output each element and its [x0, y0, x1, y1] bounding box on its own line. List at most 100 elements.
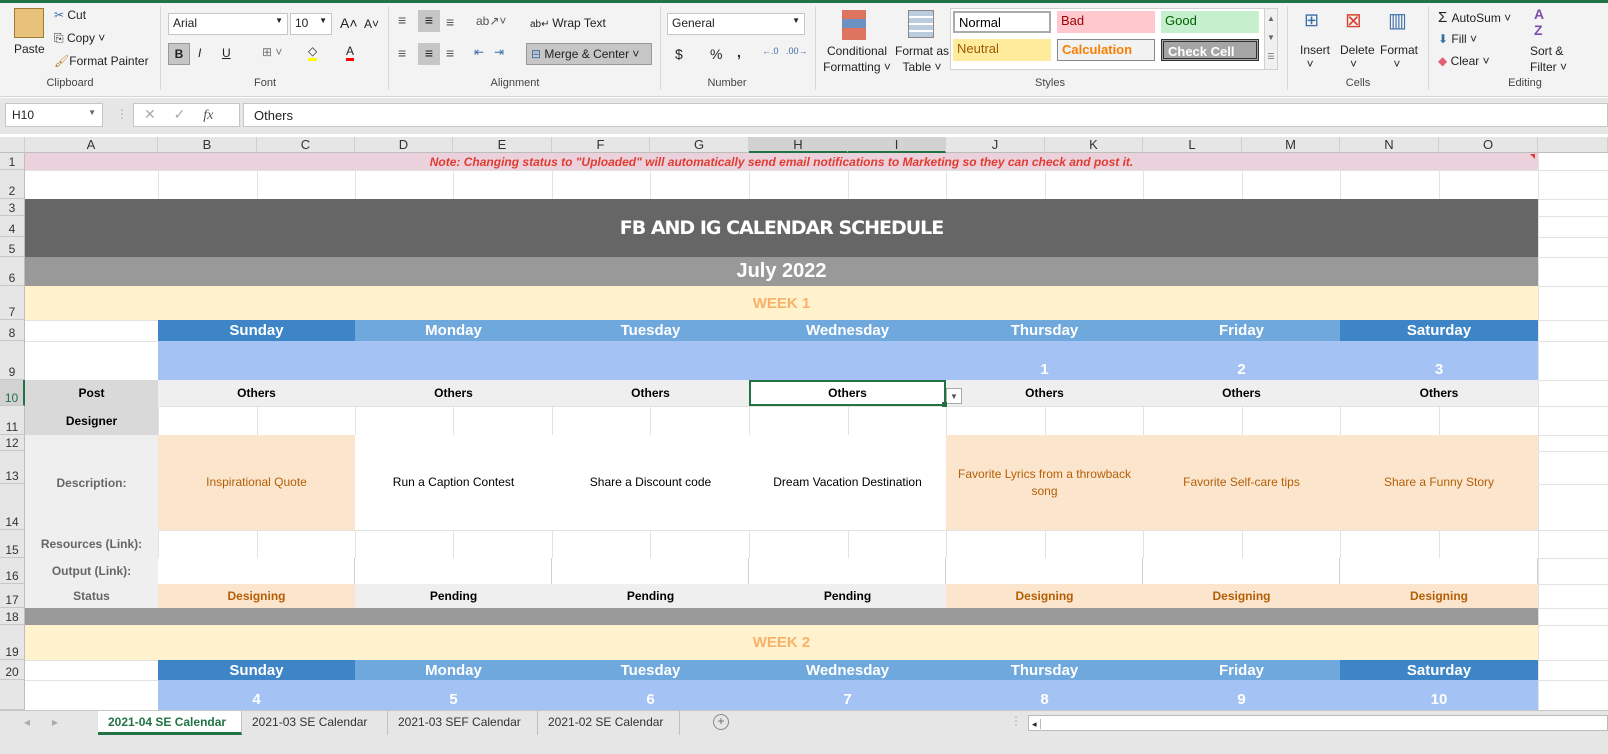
style-check-cell[interactable]: Check Cell [1161, 39, 1259, 61]
output-link-cell[interactable] [158, 558, 355, 584]
function-icon[interactable]: fx [203, 108, 213, 123]
column-header-H[interactable]: H [749, 137, 848, 153]
wrap-text-button[interactable]: ab↵ Wrap Text [530, 16, 606, 30]
column-header-G[interactable]: G [650, 137, 749, 153]
row-header-20[interactable]: 20 [0, 660, 25, 680]
align-left-icon[interactable]: ≡ [398, 45, 406, 61]
next-sheet-icon[interactable]: ▸ [52, 715, 58, 729]
column-header-N[interactable]: N [1340, 137, 1439, 153]
description-cell[interactable]: Run a Caption Contest [355, 435, 552, 530]
output-link-cell[interactable] [355, 558, 552, 584]
column-header-F[interactable]: F [552, 137, 650, 153]
column-header-M[interactable]: M [1242, 137, 1340, 153]
column-header-J[interactable]: J [946, 137, 1045, 153]
add-sheet-icon[interactable]: + [713, 714, 729, 730]
enter-icon[interactable]: ✓ [174, 106, 186, 122]
style-bad[interactable]: Bad [1057, 11, 1155, 33]
row-header-1[interactable]: 1 [0, 153, 25, 170]
sheet-tab[interactable]: 2021-04 SE Calendar [98, 711, 242, 735]
row-header-9[interactable]: 9 [0, 341, 25, 380]
orientation-icon[interactable]: ab↗˅ [476, 14, 506, 28]
fill-color-icon[interactable]: ◇ [308, 44, 318, 61]
post-type-cell[interactable]: Others [552, 380, 749, 406]
status-cell[interactable]: Designing [158, 584, 355, 608]
fill-button[interactable]: ⬇ Fill ˅ [1438, 32, 1477, 46]
percent-button[interactable]: % [710, 46, 722, 62]
increase-decimal-icon[interactable]: ←.0 [762, 46, 779, 56]
italic-button[interactable]: I [198, 46, 201, 60]
format-button[interactable]: Format ˅ [1380, 43, 1418, 71]
row-header-5[interactable]: 5 [0, 237, 25, 257]
clear-button[interactable]: ◆ Clear ˅ [1438, 54, 1490, 68]
format-as-table-button[interactable]: Format as Table ˅ [894, 43, 950, 75]
output-link-cell[interactable] [1340, 558, 1538, 584]
column-header-I[interactable]: I [848, 137, 946, 153]
row-header-15[interactable]: 15 [0, 530, 25, 558]
align-center-icon[interactable]: ≡ [418, 43, 440, 65]
borders-icon[interactable]: ⊞ ˅ [262, 45, 282, 59]
font-name-select[interactable]: Arial ▼ [168, 13, 288, 35]
cut-button[interactable]: ✂ Cut [54, 8, 86, 22]
dropdown-arrow-icon[interactable]: ▼ [946, 388, 962, 404]
sort-filter-button[interactable]: Sort & Filter ˅ [1530, 43, 1567, 75]
status-cell[interactable]: Pending [749, 584, 946, 608]
row-header-12[interactable]: 12 [0, 435, 25, 451]
sheet-tab[interactable]: 2021-03 SE Calendar [242, 711, 388, 735]
comma-button[interactable]: , [737, 44, 741, 60]
gallery-scroll[interactable]: ▲ ▼ ☰ [1264, 9, 1277, 69]
status-cell[interactable]: Designing [1143, 584, 1340, 608]
row-header-3[interactable]: 3 [0, 199, 25, 216]
paste-button[interactable]: Paste [14, 42, 45, 56]
column-header-K[interactable]: K [1045, 137, 1143, 153]
description-cell[interactable]: Share a Discount code [552, 435, 749, 530]
increase-indent-icon[interactable]: ⇥ [494, 45, 504, 59]
select-all-corner[interactable] [0, 137, 25, 153]
status-cell[interactable]: Designing [946, 584, 1143, 608]
number-format-select[interactable]: General ▼ [667, 13, 805, 35]
worksheet-grid[interactable]: A B C D E F G H I J K L M N O 1 2 3 4 5 6 7 8 9 10 11 12 13 14 15 16 17… [0, 137, 1608, 710]
insert-button[interactable]: Insert ˅ [1300, 43, 1330, 71]
decrease-indent-icon[interactable]: ⇤ [474, 45, 484, 59]
description-cell[interactable]: Inspirational Quote [158, 435, 355, 530]
sheet-tab[interactable]: 2021-02 SE Calendar [538, 711, 680, 735]
delete-button[interactable]: Delete ˅ [1340, 43, 1375, 71]
style-calculation[interactable]: Calculation [1057, 39, 1155, 61]
fill-handle[interactable] [942, 402, 947, 407]
increase-font-icon[interactable]: A˄ [340, 15, 358, 31]
style-good[interactable]: Good [1161, 11, 1259, 33]
bottom-align-icon[interactable]: ≡ [446, 14, 454, 30]
currency-button[interactable]: $ [675, 46, 683, 62]
row-header-21[interactable] [0, 680, 25, 710]
row-header-13[interactable]: 13 [0, 451, 25, 484]
row-header-11[interactable]: 11 [0, 406, 25, 435]
post-type-cell[interactable]: Others [749, 380, 946, 406]
decrease-font-icon[interactable]: A˅ [364, 17, 379, 31]
bold-button[interactable]: B [168, 43, 190, 65]
row-header-18[interactable]: 18 [0, 608, 25, 625]
column-header-D[interactable]: D [355, 137, 453, 153]
row-header-8[interactable]: 8 [0, 320, 25, 341]
output-link-cell[interactable] [946, 558, 1143, 584]
post-type-cell[interactable]: Others [946, 380, 1143, 406]
autosum-button[interactable]: Σ AutoSum ˅ [1438, 9, 1511, 26]
merge-center-button[interactable]: ⊟ Merge & Center ˅ [526, 43, 652, 65]
column-header-P[interactable] [1538, 137, 1608, 153]
split-handle[interactable]: ⋮ [1010, 714, 1022, 728]
description-cell[interactable]: Dream Vacation Destination [749, 435, 946, 530]
style-neutral[interactable]: Neutral [953, 39, 1051, 61]
status-cell[interactable]: Designing [1340, 584, 1538, 608]
align-right-icon[interactable]: ≡ [446, 45, 454, 61]
status-cell[interactable]: Pending [552, 584, 749, 608]
row-header-2[interactable]: 2 [0, 170, 25, 199]
output-link-cell[interactable] [1143, 558, 1340, 584]
sheet-tab[interactable]: 2021-03 SEF Calendar [388, 711, 538, 735]
status-cell[interactable]: Pending [355, 584, 552, 608]
row-header-6[interactable]: 6 [0, 257, 25, 286]
row-header-17[interactable]: 17 [0, 584, 25, 608]
format-painter-button[interactable]: 🖌Format Painter [54, 54, 149, 68]
top-align-icon[interactable]: ≡ [398, 12, 406, 28]
description-cell[interactable]: Share a Funny Story [1340, 435, 1538, 530]
column-header-A[interactable]: A [25, 137, 158, 153]
cancel-icon[interactable]: ✕ [144, 106, 156, 122]
name-box[interactable]: H10 ▼ [5, 103, 103, 127]
